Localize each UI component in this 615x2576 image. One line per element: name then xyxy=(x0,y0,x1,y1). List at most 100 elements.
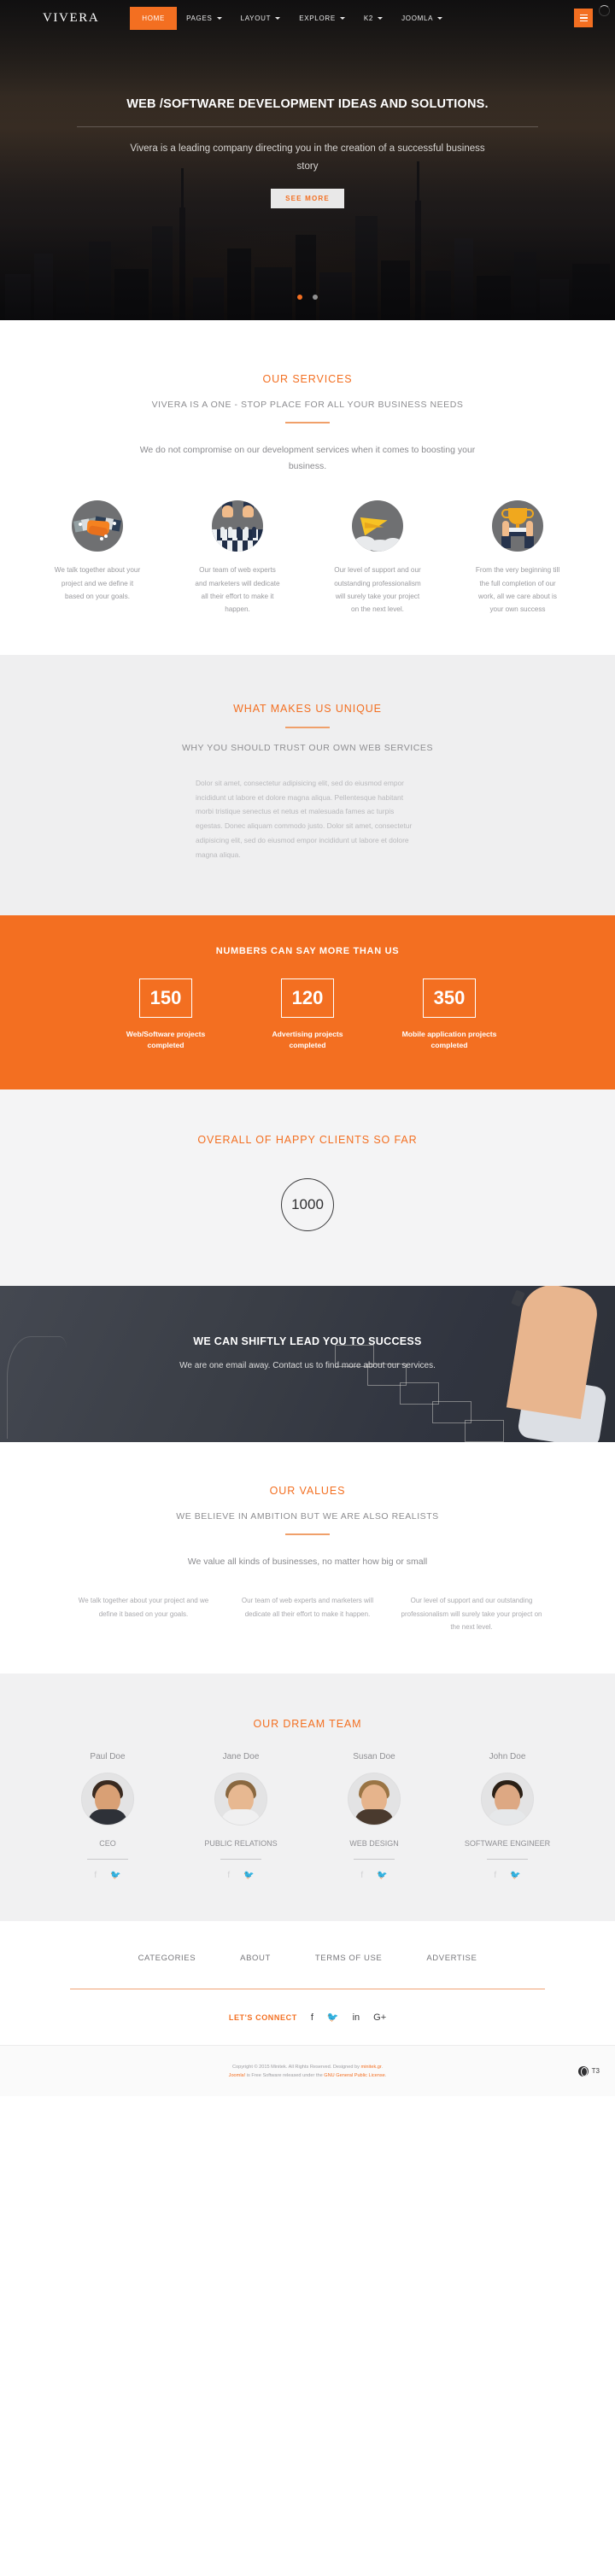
team-member[interactable]: Paul Doe CEO f 🐦 xyxy=(48,1752,167,1880)
stat-value: 150 xyxy=(139,978,192,1018)
hero-content: WEB /SOFTWARE DEVELOPMENT IDEAS AND SOLU… xyxy=(0,36,615,208)
section-divider xyxy=(285,727,330,728)
service-card[interactable]: Our level of support and our outstanding… xyxy=(314,500,441,616)
team-member[interactable]: Susan Doe WEB DESIGN f 🐦 xyxy=(314,1752,434,1880)
chevron-down-icon xyxy=(437,16,443,20)
twitter-icon[interactable]: 🐦 xyxy=(243,1871,254,1880)
carousel-dots[interactable] xyxy=(0,289,615,304)
joomla-link[interactable]: Joomla! xyxy=(229,2073,246,2078)
nav-item-home[interactable]: HOME xyxy=(130,6,178,30)
clients-title: OVERALL OF HAPPY CLIENTS SO FAR xyxy=(197,1134,418,1147)
nav-item-k2[interactable]: K2 xyxy=(354,9,392,28)
site-logo[interactable]: VIVERA xyxy=(43,11,99,26)
nav-item-layout[interactable]: LAYOUT xyxy=(231,9,290,28)
member-role: SOFTWARE ENGINEER xyxy=(464,1838,551,1848)
team-row: Paul Doe CEO f 🐦 Jane Doe PUBLIC RELATIO… xyxy=(0,1752,615,1880)
team-member[interactable]: John Doe SOFTWARE ENGINEER f 🐦 xyxy=(448,1752,567,1880)
stat-label: Advertising projects completed xyxy=(272,1029,343,1050)
facebook-icon[interactable]: f xyxy=(360,1871,363,1880)
member-name: Susan Doe xyxy=(353,1751,395,1761)
facebook-icon[interactable]: f xyxy=(227,1871,230,1880)
team-title: OUR DREAM TEAM xyxy=(253,1717,362,1730)
footer-links: CATEGORIES ABOUT TERMS OF USE ADVERTISE xyxy=(0,1954,615,1963)
services-title: OUR SERVICES xyxy=(262,373,353,385)
services-section: OUR SERVICES VIVERA IS A ONE - STOP PLAC… xyxy=(0,320,615,656)
nav-item-joomla[interactable]: JOOMLA xyxy=(392,9,452,28)
service-card[interactable]: Our team of web experts and marketers wi… xyxy=(174,500,301,616)
member-social[interactable]: f 🐦 xyxy=(48,1871,167,1880)
t3-label: T3 xyxy=(591,2067,600,2076)
main-navigation: VIVERA HOME PAGES LAYOUT EXPLORE K2 JOOM… xyxy=(0,0,615,36)
stat-card: 150 Web/Software projects completed xyxy=(118,978,214,1053)
footer-link-categories[interactable]: CATEGORIES xyxy=(138,1954,196,1963)
nav-item-pages[interactable]: PAGES xyxy=(177,9,231,28)
services-row: We talk together about your project and … xyxy=(0,500,615,616)
footer-link-terms[interactable]: TERMS OF USE xyxy=(315,1954,382,1963)
chalkboard-content: WE CAN SHIFTLY LEAD YOU TO SUCCESS We ar… xyxy=(0,1286,615,1370)
carousel-dot-1[interactable] xyxy=(296,295,302,300)
numbers-section: NUMBERS CAN SAY MORE THAN US 150 Web/Sof… xyxy=(0,914,615,1090)
minitek-link[interactable]: minitek.gr xyxy=(361,2065,382,2070)
service-card[interactable]: We talk together about your project and … xyxy=(34,500,161,616)
chalkboard-cta-section: WE CAN SHIFTLY LEAD YOU TO SUCCESS We ar… xyxy=(0,1286,615,1443)
unique-section: WHAT MAKES US UNIQUE WHY YOU SHOULD TRUS… xyxy=(0,655,615,915)
hero-section: VIVERA HOME PAGES LAYOUT EXPLORE K2 JOOM… xyxy=(0,0,615,320)
footer-link-about[interactable]: ABOUT xyxy=(240,1954,271,1963)
nav-label: HOME xyxy=(142,14,166,22)
nav-item-explore[interactable]: EXPLORE xyxy=(290,9,354,28)
connect-label: LET'S CONNECT xyxy=(228,2012,297,2022)
copyright-bar: Copyright © 2015 Minitek. All Rights Res… xyxy=(0,2045,615,2097)
hero-title: WEB /SOFTWARE DEVELOPMENT IDEAS AND SOLU… xyxy=(126,97,489,111)
carousel-dot-2[interactable] xyxy=(313,295,319,300)
clients-counter: 1000 xyxy=(281,1178,334,1232)
nav-label: PAGES xyxy=(186,14,213,22)
twitter-icon[interactable]: 🐦 xyxy=(110,1871,120,1880)
avatar xyxy=(214,1772,267,1825)
twitter-icon[interactable]: 🐦 xyxy=(510,1871,520,1880)
member-role: CEO xyxy=(99,1838,116,1848)
chevron-down-icon xyxy=(275,16,281,20)
paper-plane-icon xyxy=(352,500,403,552)
avatar xyxy=(481,1772,534,1825)
twitter-icon[interactable]: 🐦 xyxy=(377,1871,387,1880)
section-divider xyxy=(285,422,330,423)
team-member[interactable]: Jane Doe PUBLIC RELATIONS f 🐦 xyxy=(181,1752,301,1880)
see-more-button[interactable]: SEE MORE xyxy=(271,188,344,208)
numbers-title: NUMBERS CAN SAY MORE THAN US xyxy=(215,945,400,956)
footer: CATEGORIES ABOUT TERMS OF USE ADVERTISE … xyxy=(0,1921,615,2097)
chalk-title: WE CAN SHIFTLY LEAD YOU TO SUCCESS xyxy=(193,1335,422,1348)
chevron-down-icon xyxy=(339,16,345,20)
gpl-link[interactable]: GNU General Public License xyxy=(324,2073,385,2078)
member-role: WEB DESIGN xyxy=(349,1838,399,1848)
twitter-icon[interactable]: 🐦 xyxy=(327,2012,339,2023)
member-name: John Doe xyxy=(489,1751,526,1761)
member-social[interactable]: f 🐦 xyxy=(181,1871,301,1880)
avatar xyxy=(348,1772,401,1825)
linkedin-icon[interactable]: in xyxy=(353,2012,360,2023)
stat-value: 350 xyxy=(423,978,476,1018)
license-post: . xyxy=(384,2072,387,2078)
nav-label: JOOMLA xyxy=(401,14,434,22)
stat-card: 350 Mobile application projects complete… xyxy=(401,978,497,1053)
team-section: OUR DREAM TEAM Paul Doe CEO f 🐦 Jane Doe xyxy=(0,1673,615,1922)
member-name: Jane Doe xyxy=(222,1751,260,1761)
facebook-icon[interactable]: f xyxy=(94,1871,97,1880)
hero-subtitle: Vivera is a leading company directing yo… xyxy=(130,143,485,172)
chevron-down-icon xyxy=(378,16,384,20)
member-role: PUBLIC RELATIONS xyxy=(204,1838,278,1848)
service-text: From the very beginning till the full co… xyxy=(475,566,560,613)
copyright-line-2: Joomla! is Free Software released under … xyxy=(229,2071,387,2080)
google-plus-icon[interactable]: G+ xyxy=(373,2012,386,2023)
facebook-icon[interactable]: f xyxy=(494,1871,496,1880)
hamburger-icon[interactable] xyxy=(574,9,593,27)
value-column: Our team of web experts and marketers wi… xyxy=(241,1597,374,1618)
footer-connect: LET'S CONNECT f 🐦 in G+ xyxy=(0,2012,615,2024)
value-column: We talk together about your project and … xyxy=(78,1597,209,1618)
copyright-line-1: Copyright © 2015 Minitek. All Rights Res… xyxy=(229,2063,387,2071)
facebook-icon[interactable]: f xyxy=(311,2012,313,2023)
footer-link-advertise[interactable]: ADVERTISE xyxy=(426,1954,477,1963)
member-social[interactable]: f 🐦 xyxy=(448,1871,567,1880)
service-card[interactable]: From the very beginning till the full co… xyxy=(454,500,581,616)
member-social[interactable]: f 🐦 xyxy=(314,1871,434,1880)
t3-framework-badge[interactable]: T3 xyxy=(577,2065,600,2077)
